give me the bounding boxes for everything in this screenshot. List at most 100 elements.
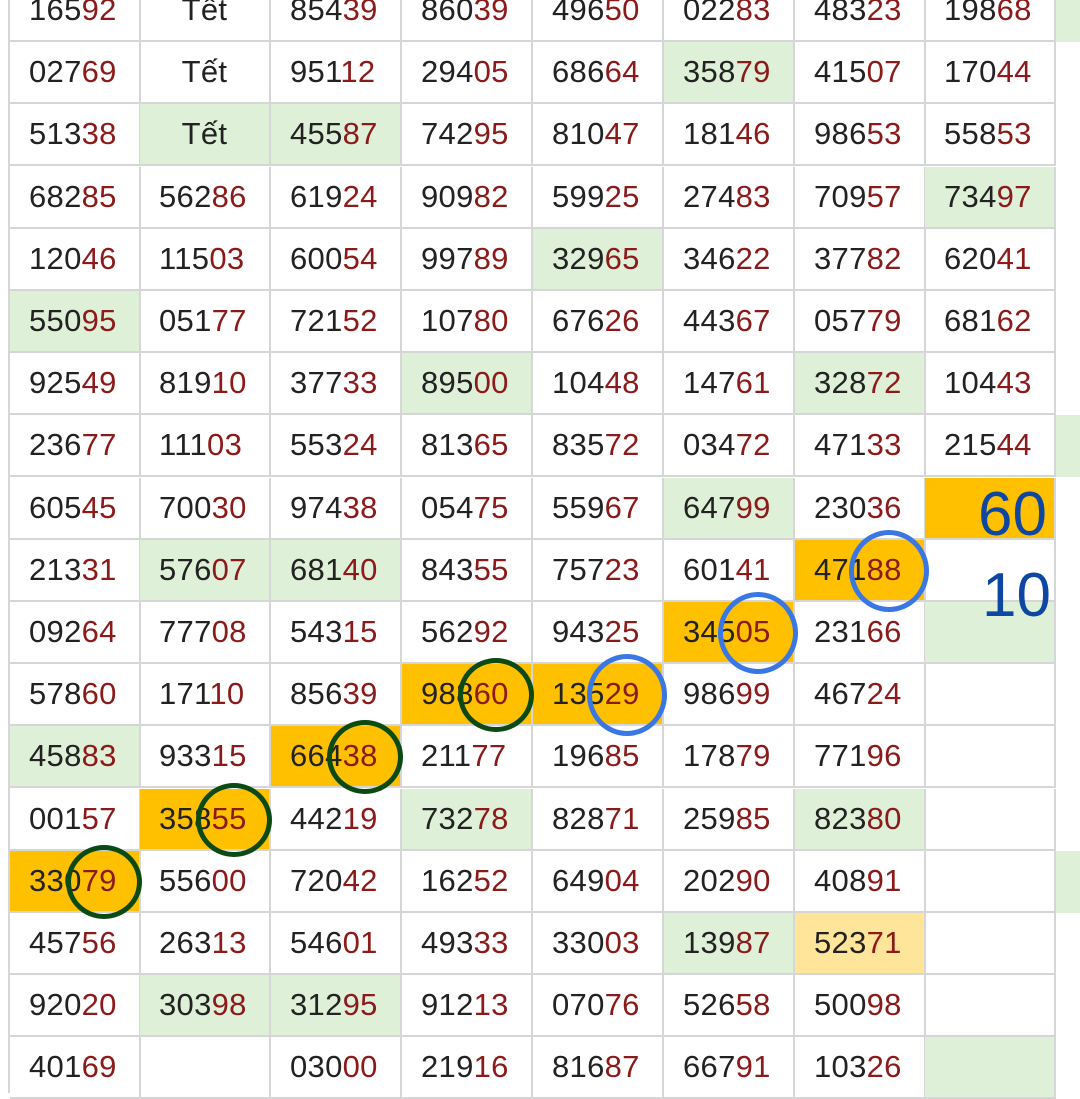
result-cell: 60141 <box>664 539 795 602</box>
number-head: 854 <box>290 0 343 27</box>
result-cell: 44367 <box>664 291 795 353</box>
number-tail: 00 <box>342 1049 378 1085</box>
number-head: 682 <box>29 178 82 214</box>
number-head: 231 <box>814 614 867 649</box>
result-cell: 56292 <box>402 602 533 664</box>
number-tail: 20 <box>81 987 117 1023</box>
number-tail: 23 <box>604 551 640 587</box>
number-tail: 90 <box>735 862 771 898</box>
number-tail: 36 <box>866 489 902 525</box>
number-tail: 00 <box>211 862 247 898</box>
number-tail: 53 <box>996 116 1032 152</box>
result-cell: 57607 <box>140 539 271 602</box>
number-head: 599 <box>552 178 605 214</box>
number-tail: 88 <box>866 551 902 587</box>
number-tail: 98 <box>866 987 902 1023</box>
number-tail: 92 <box>473 614 509 649</box>
number-head: 649 <box>552 862 605 898</box>
number-tail: 71 <box>604 800 640 836</box>
number-head: 819 <box>159 365 212 401</box>
number-head: 483 <box>814 0 867 27</box>
number-head: 051 <box>159 303 212 338</box>
result-cell: Tết <box>140 0 271 42</box>
number-tail: 65 <box>473 427 509 463</box>
result-cell: 92020 <box>10 975 141 1038</box>
number-tail: 82 <box>866 240 902 276</box>
number-head: 034 <box>683 427 736 463</box>
number-tail: 66 <box>866 614 902 649</box>
result-cell: 27483 <box>664 166 795 229</box>
result-cell: 25985 <box>664 788 795 851</box>
result-cell: 90982 <box>402 166 533 229</box>
number-tail: 07 <box>866 54 902 90</box>
result-cell: 23166 <box>795 602 926 664</box>
number-head: 170 <box>944 54 997 90</box>
number-tail: 30 <box>211 489 247 525</box>
result-cell: 16592 <box>10 0 141 42</box>
number-tail: 47 <box>604 116 640 152</box>
result-cell: 46724 <box>795 664 926 727</box>
result-cell: 98699 <box>664 664 795 727</box>
number-head: 562 <box>421 614 474 649</box>
result-cell: 81687 <box>533 1037 664 1099</box>
result-cell: 74295 <box>402 104 533 167</box>
number-head: 328 <box>814 365 867 401</box>
number-head: 558 <box>944 116 997 152</box>
result-cell <box>925 1037 1056 1099</box>
number-tail: 83 <box>81 738 117 774</box>
number-head: 057 <box>814 303 867 338</box>
result-cell: 91213 <box>402 975 533 1038</box>
result-cell: 59925 <box>533 166 664 229</box>
number-tail: 40 <box>342 551 378 587</box>
number-head: 358 <box>683 54 736 90</box>
result-cell: 52658 <box>664 975 795 1038</box>
result-cell: 45587 <box>271 104 402 167</box>
number-head: 358 <box>159 800 212 836</box>
result-cell: 32965 <box>533 228 664 291</box>
number-tail: 49 <box>81 365 117 401</box>
number-head: 843 <box>421 551 474 587</box>
number-head: 951 <box>290 54 341 90</box>
result-cell: 85639 <box>271 664 402 727</box>
edge-cell-green <box>1056 850 1080 913</box>
result-cell: 77708 <box>140 602 271 664</box>
result-cell: 07076 <box>533 975 664 1038</box>
number-tail: 07 <box>211 551 247 587</box>
result-cell: Tết <box>140 42 271 105</box>
number-tail: 42 <box>342 862 378 898</box>
number-head: 813 <box>421 427 474 463</box>
result-cell: 70957 <box>795 166 926 229</box>
number-head: 274 <box>683 178 736 214</box>
number-head: 171 <box>159 676 210 712</box>
number-tail: 69 <box>81 1049 117 1085</box>
result-cell: 75723 <box>533 539 664 602</box>
result-cell: 67626 <box>533 291 664 353</box>
number-head: 681 <box>290 551 343 587</box>
result-cell: 83572 <box>533 415 664 478</box>
number-head: 213 <box>29 551 82 587</box>
result-cell: 23036 <box>795 477 926 540</box>
result-cell: 16252 <box>402 850 533 913</box>
result-cell: 11503 <box>140 228 271 291</box>
number-tail: 72 <box>735 427 771 463</box>
number-tail: 39 <box>342 0 378 27</box>
number-tail: 60 <box>81 676 117 712</box>
number-head: 103 <box>814 1049 867 1085</box>
result-cell: 66438 <box>271 726 402 789</box>
number-head: 988 <box>421 676 474 712</box>
number-tail: 67 <box>604 489 640 525</box>
number-tail: 76 <box>604 987 640 1023</box>
number-head: 647 <box>683 489 736 525</box>
number-tail: 13 <box>473 987 509 1023</box>
result-cell: 73278 <box>402 788 533 851</box>
number-tail: 92 <box>81 0 117 27</box>
result-cell: 34622 <box>664 228 795 291</box>
number-tail: 15 <box>211 738 247 774</box>
result-cell: 20290 <box>664 850 795 913</box>
number-tail: 87 <box>735 925 771 960</box>
number-tail: 85 <box>604 738 640 774</box>
number-head: 912 <box>421 987 474 1023</box>
result-cell: 77196 <box>795 726 926 789</box>
number-head: 178 <box>683 738 736 774</box>
number-head: 092 <box>29 614 82 649</box>
